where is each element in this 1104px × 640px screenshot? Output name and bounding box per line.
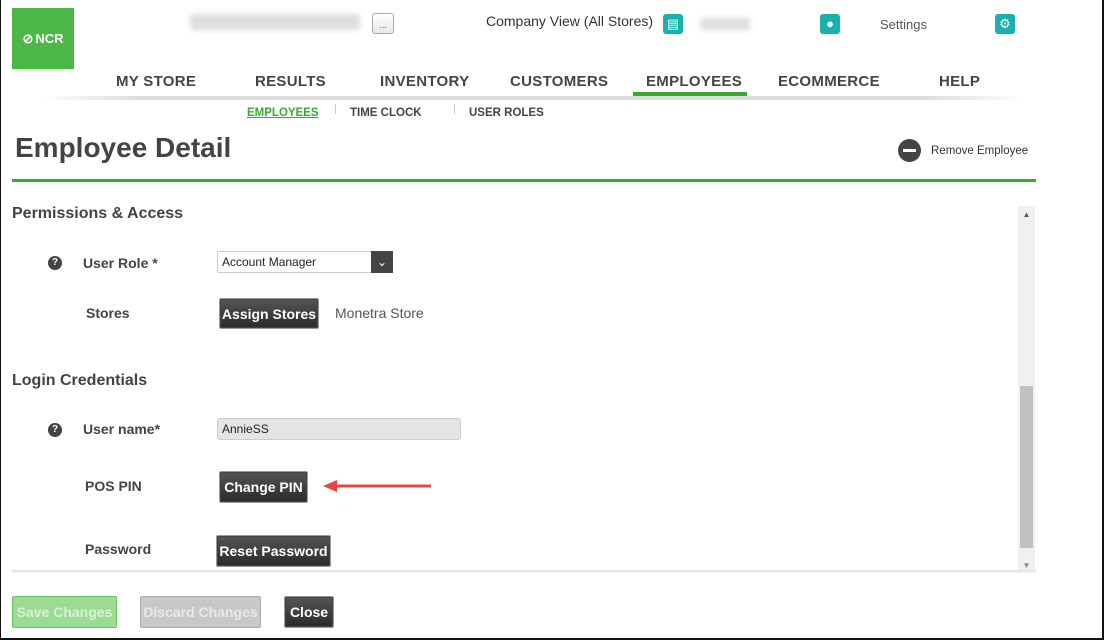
reset-password-button[interactable]: Reset Password <box>216 535 331 567</box>
title-divider <box>12 179 1036 182</box>
username-input[interactable]: AnnieSS <box>217 418 461 440</box>
password-label: Password <box>85 541 152 557</box>
close-button[interactable]: Close <box>284 596 334 628</box>
gear-icon[interactable]: ⚙ <box>995 14 1015 34</box>
scrollbar-thumb[interactable] <box>1020 386 1033 548</box>
user-role-label: User Role * <box>83 255 158 271</box>
subnav-time-clock[interactable]: TIME CLOCK <box>350 107 422 119</box>
pos-pin-label: POS PIN <box>85 478 142 494</box>
stores-label: Stores <box>86 305 130 321</box>
company-view-label[interactable]: Company View (All Stores) <box>486 13 653 29</box>
user-icon[interactable]: ● <box>820 14 840 34</box>
subnav-employees[interactable]: EMPLOYEES <box>247 107 319 119</box>
scroll-up-icon[interactable]: ▲ <box>1018 206 1035 224</box>
save-changes-button[interactable]: Save Changes <box>12 596 117 628</box>
more-button[interactable]: ... <box>372 13 394 34</box>
red-arrow-annotation <box>323 480 431 492</box>
nav-divider <box>40 96 1025 100</box>
nav-my-store[interactable]: MY STORE <box>116 73 196 90</box>
assign-stores-button[interactable]: Assign Stores <box>219 298 319 329</box>
store-name-redacted <box>190 14 360 30</box>
nav-inventory[interactable]: INVENTORY <box>380 73 469 90</box>
username-label: User name* <box>83 421 161 437</box>
minus-circle-icon <box>898 139 921 162</box>
discard-changes-button[interactable]: Discard Changes <box>140 596 261 628</box>
settings-label[interactable]: Settings <box>880 17 927 32</box>
page-title: Employee Detail <box>15 132 232 163</box>
subnav-user-roles[interactable]: USER ROLES <box>469 107 544 119</box>
nav-customers[interactable]: CUSTOMERS <box>510 73 608 90</box>
permissions-heading: Permissions & Access <box>12 205 184 222</box>
subnav-separator <box>454 104 455 114</box>
nav-active-indicator <box>633 92 747 96</box>
user-name-redacted <box>700 18 750 30</box>
ncr-logo[interactable]: ⊘ NCR <box>12 8 74 69</box>
nav-ecommerce[interactable]: ECOMMERCE <box>778 73 880 90</box>
store-icon[interactable]: ▤ <box>663 14 683 34</box>
store-name: Monetra Store <box>335 305 424 321</box>
remove-employee-button[interactable]: Remove Employee <box>898 139 1028 162</box>
nav-help[interactable]: HELP <box>939 73 980 90</box>
nav-employees[interactable]: EMPLOYEES <box>646 73 742 90</box>
help-icon[interactable]: ? <box>48 423 62 437</box>
chevron-down-icon: ⌄ <box>371 251 393 273</box>
panel-divider <box>12 570 1036 573</box>
nav-results[interactable]: RESULTS <box>255 73 326 90</box>
login-heading: Login Credentials <box>12 372 148 389</box>
user-role-select[interactable]: Account Manager ⌄ <box>217 251 393 273</box>
logo-icon: ⊘ <box>22 30 34 46</box>
subnav-separator <box>335 104 336 114</box>
help-icon[interactable]: ? <box>48 256 62 270</box>
change-pin-button[interactable]: Change PIN <box>219 471 308 503</box>
scroll-down-icon[interactable]: ▼ <box>1018 561 1035 570</box>
